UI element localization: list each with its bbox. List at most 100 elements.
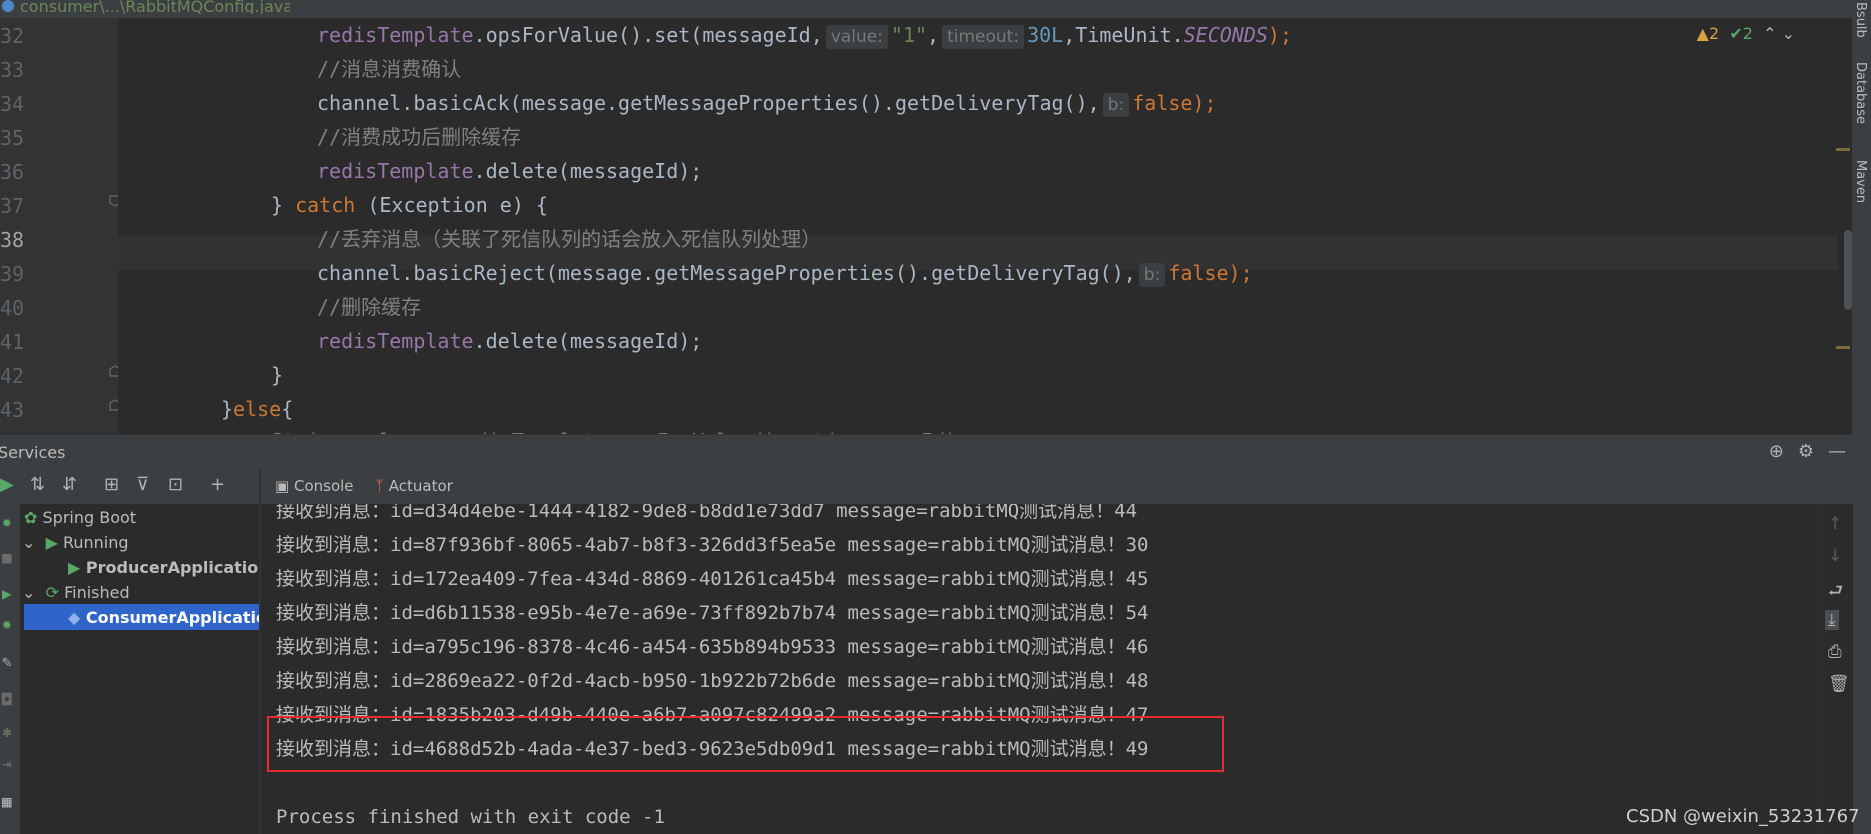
line-number: 35 <box>0 126 25 150</box>
filter-icon[interactable]: ⊽ <box>136 474 149 495</box>
console-line: 接收到消息：id=2869ea22-0f2d-4acb-b950-1b922b7… <box>276 670 1149 692</box>
arrow-up-icon[interactable]: ↑ <box>1828 514 1842 534</box>
debug-icon[interactable]: ✹ <box>2 512 12 531</box>
services-tree: ✿ Spring Boot ⌄ ▶ Running ▶ ProducerAppl… <box>20 504 285 834</box>
param-hint: b: <box>1138 263 1166 287</box>
java-class-icon <box>2 0 14 12</box>
wrench-icon[interactable]: ✎ <box>2 652 12 671</box>
crosshair-icon[interactable]: ⊕ <box>1769 441 1784 462</box>
line-number: 33 <box>0 58 25 82</box>
code-editor[interactable]: redisTemplate.opsForValue().set(messageI… <box>118 18 1838 434</box>
line-number-current: 38 <box>0 228 25 252</box>
line-number-gutter: 32 33 34 35 36 37 38 39 40 41 42 43 <box>0 18 121 434</box>
console-output[interactable]: 接收到消息：id=d34d4ebe-1444-4182-9de8-b8dd1e7… <box>261 504 1818 834</box>
highlight-box <box>267 716 1224 772</box>
line-number: 41 <box>0 330 25 354</box>
line-number: 34 <box>0 92 25 116</box>
trash-icon[interactable]: 🗑 <box>1828 674 1850 694</box>
console-line: 接收到消息：id=d34d4ebe-1444-4182-9de8-b8dd1e7… <box>276 504 1138 522</box>
group-by-icon[interactable]: ⊞ <box>104 474 119 495</box>
code-line-40: //删除缓存 <box>317 295 422 319</box>
run-icon: ▶ <box>45 533 58 552</box>
tree-node-spring-boot[interactable]: ✿ Spring Boot <box>24 506 136 530</box>
line-number: 32 <box>0 24 25 48</box>
database-tool-window[interactable]: Database <box>1853 62 1868 124</box>
services-header: Services ⊕ ⚙ — <box>0 434 1852 469</box>
code-line-39: channel.basicReject(message.getMessagePr… <box>317 261 1253 287</box>
console-line: 接收到消息：id=172ea409-7fea-434d-8869-401261c… <box>276 568 1149 590</box>
line-number: 42 <box>0 364 25 388</box>
line-number: 40 <box>0 296 25 320</box>
services-title: Services <box>0 443 66 462</box>
gear-icon[interactable]: ⚙ <box>1798 441 1814 462</box>
inspection-widget[interactable]: ▲2 ✔2 ⌃ ⌄ <box>1697 24 1795 43</box>
code-line-34: channel.basicAck(message.getMessagePrope… <box>317 91 1217 117</box>
scroll-to-end-icon[interactable]: ⤓ <box>1825 610 1839 630</box>
console-line: 接收到消息：id=d6b11538-e95b-4e7e-a69e-73ff892… <box>276 602 1149 624</box>
actuator-icon: ᛉ <box>375 477 385 495</box>
tree-node-consumer[interactable]: ◆ ConsumerApplication <box>68 606 278 630</box>
code-line-42: } <box>271 363 284 387</box>
chevron-up-icon[interactable]: ⌃ <box>1763 24 1776 43</box>
services-header-tools: ⊕ ⚙ — <box>1755 441 1846 462</box>
settings-icon[interactable]: ✱ <box>2 722 12 741</box>
tool-window-label[interactable]: Bsulb <box>1853 2 1868 38</box>
rerun-icon[interactable]: ▶ <box>2 584 12 603</box>
tree-node-finished[interactable]: ⌄ ⟳ Finished <box>22 581 130 605</box>
code-line-35: //消费成功后删除缓存 <box>317 125 522 149</box>
layout-icon[interactable]: ▦ <box>2 792 12 811</box>
process-exit-line: Process finished with exit code -1 <box>276 806 665 828</box>
tab-console[interactable]: ▣ Console <box>275 477 354 495</box>
run-icon: ▶ <box>68 558 81 577</box>
expand-all-icon[interactable]: ⇅ <box>30 474 45 495</box>
code-line-36: redisTemplate.delete(messageId); <box>317 159 703 183</box>
code-line-43: }else{ <box>221 397 294 421</box>
add-service-icon[interactable]: + <box>210 474 225 495</box>
chevron-down-icon[interactable]: ⌄ <box>22 533 35 552</box>
watermark: CSDN @weixin_53231767 <box>1626 806 1860 827</box>
minimize-icon[interactable]: — <box>1828 441 1846 462</box>
bug-icon[interactable]: ✹ <box>2 614 12 633</box>
tree-node-producer[interactable]: ▶ ProducerApplication:8 <box>68 556 285 580</box>
code-line-41: redisTemplate.delete(messageId); <box>317 329 703 353</box>
stop-icon[interactable]: ■ <box>2 548 12 567</box>
spring-boot-icon: ✿ <box>24 508 38 527</box>
print-icon[interactable]: ⎙ <box>1828 642 1842 662</box>
run-icon[interactable]: ▶ <box>0 474 14 495</box>
editor-tab-title: consumer\...\RabbitMQConfig.java <box>20 0 290 14</box>
chevron-down-icon[interactable]: ⌄ <box>22 583 35 602</box>
collapse-all-icon[interactable]: ⇵ <box>62 474 77 495</box>
param-hint: b: <box>1102 93 1130 117</box>
editor-scrollbar[interactable] <box>1844 230 1852 310</box>
code-line-37: } catch (Exception e) { <box>271 193 548 217</box>
editor-tab[interactable]: consumer\...\RabbitMQConfig.java <box>0 0 290 14</box>
param-hint: timeout: <box>942 25 1025 49</box>
code-line-33: //消息消费确认 <box>317 57 462 81</box>
soft-wrap-icon[interactable]: ⮐ <box>1828 578 1843 607</box>
console-tab-bar: ▣ Console ᛉ Actuator <box>261 468 1852 504</box>
console-icon: ▣ <box>275 477 290 495</box>
login-icon[interactable]: ⇥ <box>2 754 12 773</box>
warning-count[interactable]: ▲2 <box>1697 24 1719 43</box>
console-side-toolbar: ↑ ↓ ⮐ ⤓ ⎙ 🗑 <box>1818 504 1853 834</box>
code-line-44: String value = redisTemplate.opsForValue… <box>271 424 969 434</box>
services-toolbar: ▶ ⇅ ⇵ ⊞ ⊽ ⊡ + <box>0 468 259 504</box>
console-line: 接收到消息：id=a795c196-8378-4c46-a454-635b894… <box>276 636 1149 658</box>
chevron-down-icon[interactable]: ⌄ <box>1782 24 1795 43</box>
camera-icon[interactable]: ◘ <box>2 690 12 709</box>
new-tab-icon[interactable]: ⊡ <box>168 474 183 495</box>
tree-node-running[interactable]: ⌄ ▶ Running <box>22 531 129 555</box>
maven-tool-window[interactable]: Maven <box>1853 160 1868 203</box>
arrow-down-icon[interactable]: ↓ <box>1828 546 1842 566</box>
param-hint: value: <box>825 25 888 49</box>
line-number: 43 <box>0 398 25 422</box>
error-stripe-mark[interactable] <box>1836 148 1850 151</box>
services-left-strip: ✹ ■ ▶ ✹ ✎ ◘ ✱ ⇥ ▦ <box>0 504 20 834</box>
code-line-38: //丢弃消息（关联了死信队列的话会放入死信队列处理） <box>317 227 822 251</box>
line-number: 36 <box>0 160 25 184</box>
code-line-32: redisTemplate.opsForValue().set(messageI… <box>317 23 1293 49</box>
error-stripe-mark[interactable] <box>1836 346 1850 349</box>
check-count[interactable]: ✔2 <box>1729 24 1753 43</box>
tab-actuator[interactable]: ᛉ Actuator <box>375 477 453 495</box>
editor-tab-bar: consumer\...\RabbitMQConfig.java <box>0 0 1871 18</box>
